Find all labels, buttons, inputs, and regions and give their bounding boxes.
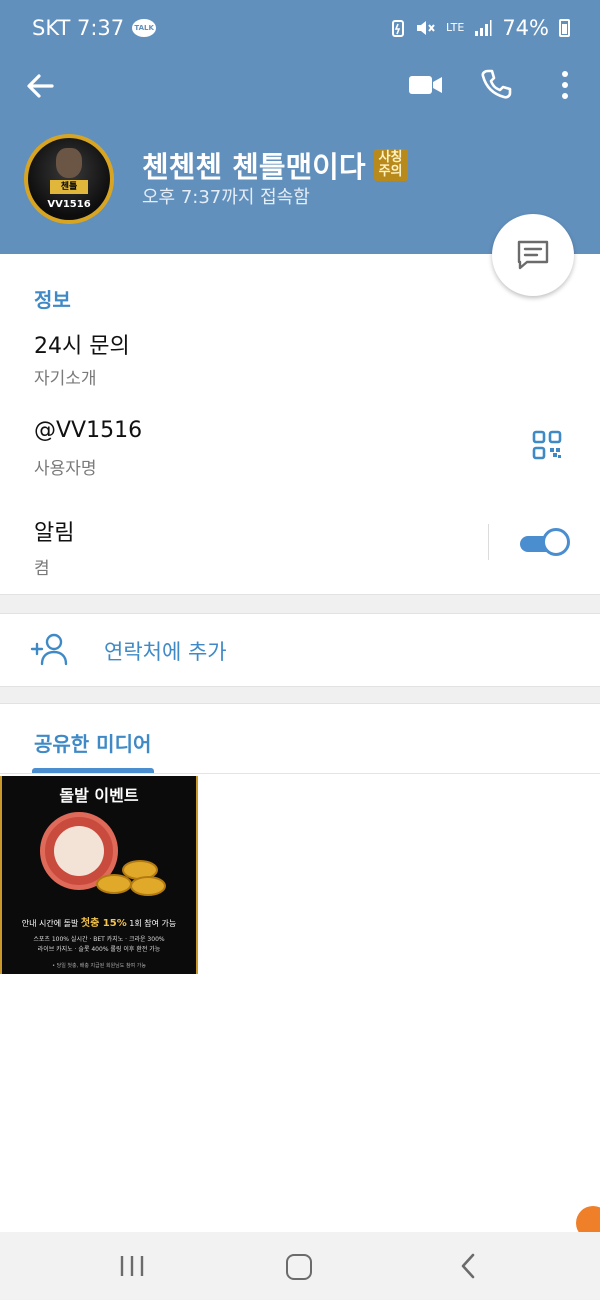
notification-toggle[interactable] [518,528,570,556]
more-options-icon[interactable] [552,68,578,102]
status-right: LTE 74% [392,16,570,40]
mute-icon [417,21,435,35]
last-seen-status: 오후 7:37까지 접속함 [142,187,310,208]
thumb-line-3: 라이브 카지노 · 슬롯 400% 롤링 이후 환전 가능 [37,946,161,953]
coin-illustration [96,874,132,894]
bio-label: 자기소개 [34,369,97,389]
profile-avatar[interactable]: 첸틀 VV1516 [24,134,114,224]
phone-icon[interactable] [480,68,512,100]
notification-divider [488,524,489,560]
thumb-line-1-post: 1회 참여 가능 [129,919,177,928]
add-contact-label: 연락처에 추가 [104,640,227,664]
status-bar: SKT 7:37 TALK LTE 74% [0,0,600,58]
qr-code-icon[interactable] [532,430,562,460]
profile-name: 첸첸첸 첸틀맨이다 [142,150,366,184]
recent-apps-icon[interactable] [118,1254,146,1278]
avatar-handle: VV1516 [47,199,91,210]
section-divider-1 [0,594,600,614]
username-label: 사용자명 [34,459,97,479]
add-contact-row[interactable]: 연락처에 추가 [0,614,600,686]
toolbar [0,60,600,110]
bio-value: 24시 문의 [34,334,130,359]
add-user-icon [30,633,68,666]
section-divider-2 [0,686,600,704]
nav-back-icon[interactable] [456,1252,480,1280]
notification-value: 알림 [34,521,75,546]
toggle-knob [542,528,570,556]
info-section-title: 정보 [34,288,71,312]
network-type: LTE [446,21,465,34]
kakaotalk-notification-icon: TALK [132,19,157,37]
carrier-time: SKT 7:37 [32,16,125,40]
scam-warning-badge: 사칭주의 [373,149,408,181]
avatar-logo: 첸틀 [50,180,88,194]
system-nav-bar [0,1232,600,1300]
media-tab-separator [0,773,600,774]
message-icon [517,240,549,270]
notification-state: 켬 [34,559,50,579]
thumb-line-4: • 당일 첫충, 배충 지급된 회원님도 참여 가능 [52,963,146,969]
profile-header: SKT 7:37 TALK LTE 74% 첸틀 VV1516 첸첸첸 첸틀맨이… [0,0,600,254]
status-left: SKT 7:37 TALK [32,16,157,40]
thumb-line-1: 안내 시간에 돌발 첫충 15% 1회 참여 가능 [2,914,196,929]
message-fab[interactable] [492,214,574,296]
profile-name-row: 첸첸첸 첸틀맨이다 사칭주의 [142,144,408,186]
battery-percent: 74% [502,16,549,40]
avatar-figure [56,148,82,178]
shared-media-thumbnail[interactable]: 돌발 이벤트 안내 시간에 돌발 첫충 15% 1회 참여 가능 스포츠 100… [0,776,198,974]
thumb-line-1-pre: 안내 시간에 돌발 [21,919,79,928]
battery-icon [559,19,570,37]
home-icon[interactable] [286,1254,312,1280]
signal-icon [475,20,492,36]
thumb-title: 돌발 이벤트 [59,786,139,805]
coin-illustration [130,876,166,896]
username-value[interactable]: @VV1516 [34,418,142,443]
video-call-icon[interactable] [408,70,444,100]
battery-saver-icon [392,20,405,37]
tab-shared-media[interactable]: 공유한 미디어 [34,728,151,757]
thumb-line-2: 스포츠 100% 실시간 · BET 카지노 · 크라운 300% [33,936,165,943]
avatar-image: 첸틀 VV1516 [28,138,110,220]
back-arrow-icon[interactable] [22,68,58,104]
thumb-line-1-highlight: 첫충 15% [80,918,127,929]
